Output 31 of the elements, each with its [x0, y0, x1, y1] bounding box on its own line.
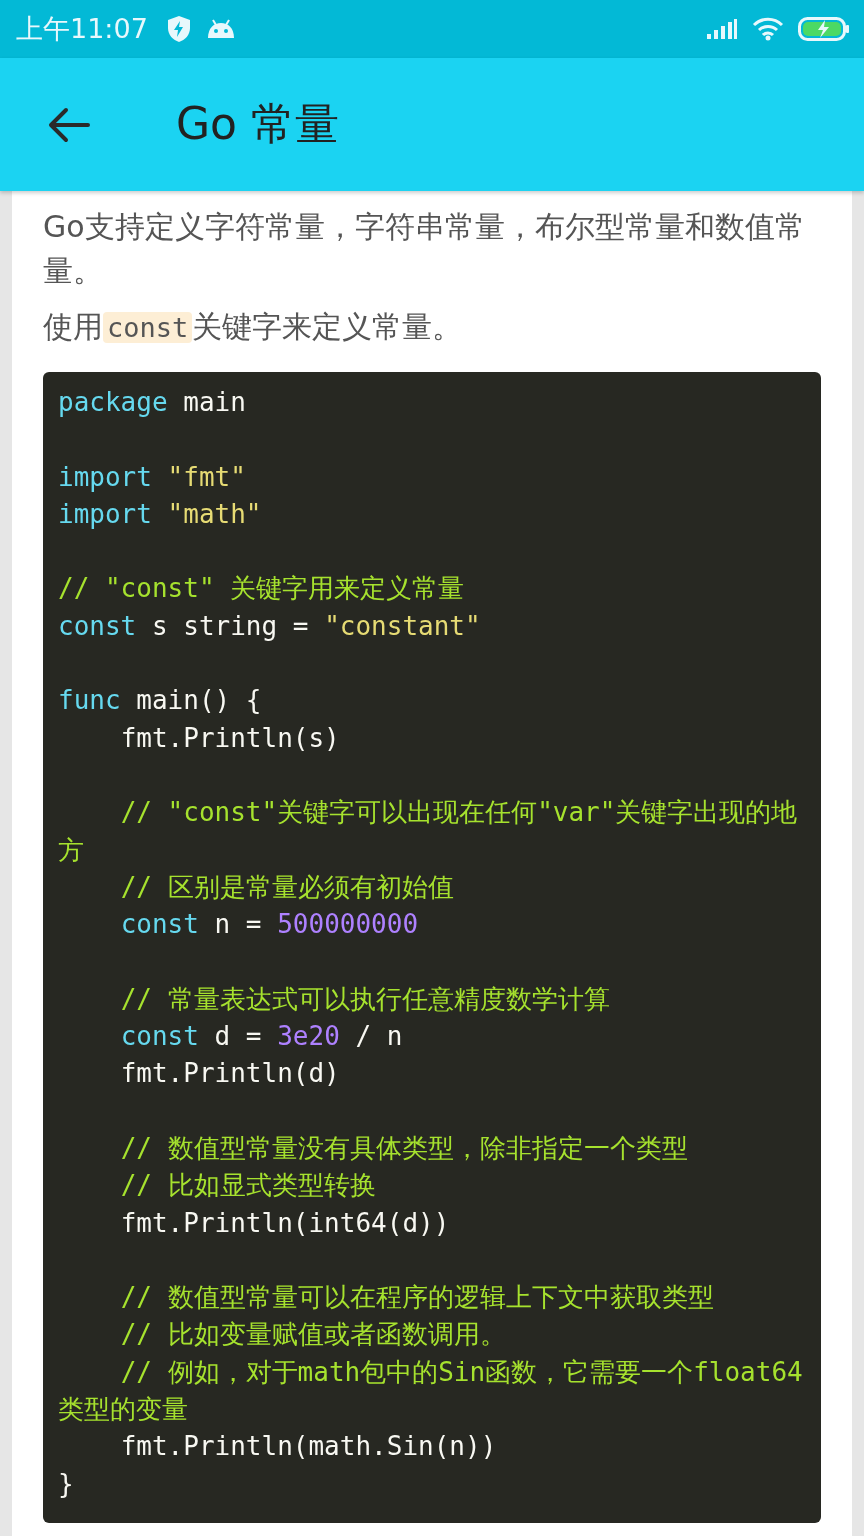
code-line: const s string = "constant": [58, 609, 482, 643]
back-arrow-icon[interactable]: [48, 106, 90, 143]
code-line: fmt.Println(s): [119, 721, 341, 755]
code-line: // 例如，对于math包中的Sin函数，它需要一个float64类型的变量: [58, 1355, 804, 1426]
shield-icon: [165, 15, 192, 43]
code-line: // "const" 关键字用来定义常量: [58, 572, 466, 606]
signal-icon: [706, 18, 738, 40]
code-line: fmt.Println(d): [119, 1057, 341, 1091]
code-line: // 比如变量赋值或者函数调用。: [119, 1318, 507, 1352]
status-time: 上午11:07: [16, 12, 148, 46]
code-line: const d = 3e20 / n: [119, 1020, 404, 1054]
paragraph: Go支持定义字符常量，字符串常量，布尔型常量和数值常量。: [43, 208, 806, 290]
paragraph: 使用 const 关键字来定义常量。: [43, 308, 464, 346]
code-line: }: [58, 1467, 75, 1501]
code-line: // 常量表达式可以执行任意精度数学计算: [119, 982, 611, 1016]
code-line: // 比如显式类型转换: [119, 1169, 377, 1203]
code-line: func main() {: [58, 684, 263, 718]
code-line: const n = 500000000: [119, 908, 420, 942]
wifi-icon: [752, 17, 784, 41]
code-line: fmt.Println(math.Sin(n)): [119, 1430, 498, 1464]
page-title: Go 常量: [176, 97, 339, 151]
code-line: // 区别是常量必须有初始值: [119, 870, 455, 904]
code-line: import "fmt": [58, 460, 247, 494]
code-line: package main: [58, 386, 247, 419]
battery-icon: [798, 16, 850, 42]
code-line: // 数值型常量可以在程序的逻辑上下文中获取类型: [119, 1281, 715, 1315]
android-icon: [205, 18, 236, 40]
code-line: // "const"关键字可以出现在任何"var"关键字出现的地方: [58, 796, 799, 867]
code-line: fmt.Println(int64(d)): [119, 1206, 451, 1240]
code-line: // 数值型常量没有具体类型，除非指定一个类型: [119, 1131, 689, 1165]
code-line: import "math": [58, 497, 263, 531]
